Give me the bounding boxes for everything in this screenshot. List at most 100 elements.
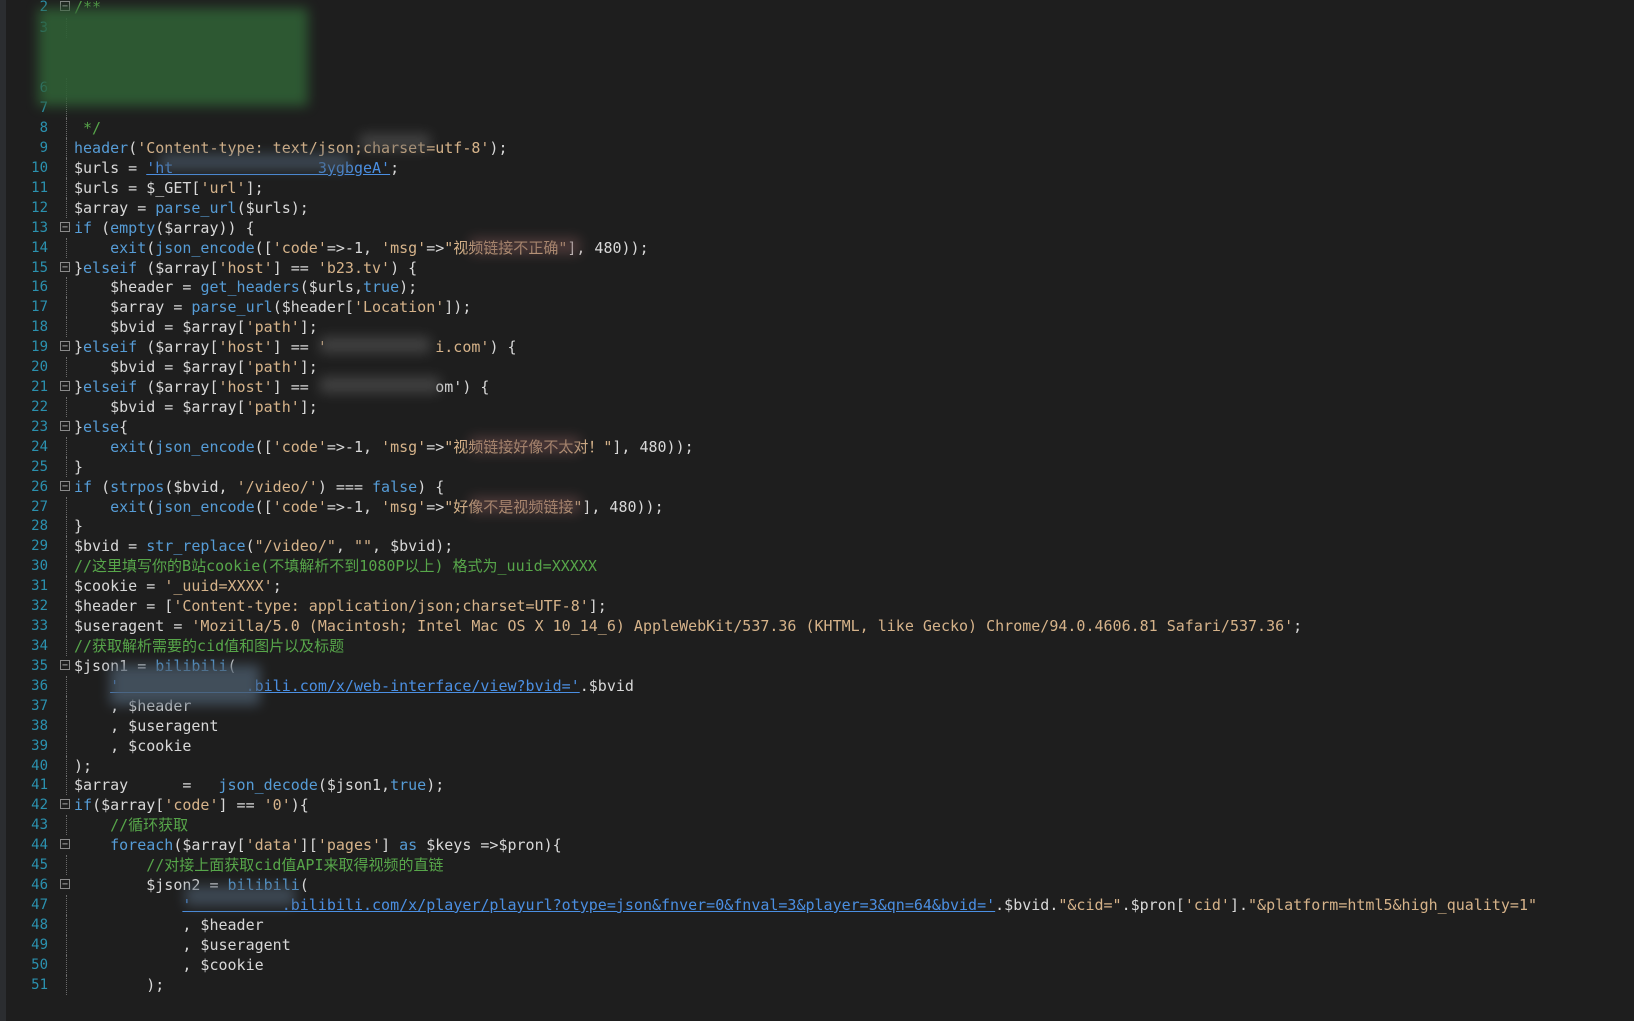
redaction-blur: [185, 886, 295, 906]
code-line[interactable]: 50 , $cookie: [0, 954, 1634, 975]
code-text: , $useragent: [74, 935, 291, 954]
code-line[interactable]: 33 $useragent = 'Mozilla/5.0 (Macintosh; …: [0, 616, 1634, 637]
line-number: 46: [31, 877, 48, 894]
line-number: 32: [31, 598, 48, 615]
indent-guide: [66, 715, 67, 736]
indent-guide: [66, 755, 67, 776]
code-text: //获取解析需要的cid值和图片以及标题: [74, 637, 345, 655]
indent-guide: [66, 894, 67, 915]
code-text: //对接上面获取cid值API来取得视频的直链: [74, 856, 444, 875]
line-number: 27: [31, 498, 48, 515]
code-line[interactable]: 39 , $cookie: [0, 735, 1634, 756]
indent-guide: [66, 277, 67, 298]
code-text: $urls = $_GET['url'];: [74, 178, 264, 197]
code-line[interactable]: 41 $array = json_decode($json1,true);: [0, 775, 1634, 796]
code-line[interactable]: 16 $header = get_headers($urls,true);: [0, 277, 1634, 298]
code-line[interactable]: 29 $bvid = str_replace("/video/", "", $bv…: [0, 536, 1634, 557]
code-text: , $header: [74, 915, 264, 934]
code-line[interactable]: 20 $bvid = $array['path'];: [0, 357, 1634, 378]
code-line[interactable]: 14 exit(json_encode(['code'=>-1, 'msg'=>…: [0, 237, 1634, 258]
code-text: }elseif ($array['host'] == ' i.com') {: [74, 338, 517, 357]
indent-guide: [66, 974, 67, 995]
code-line[interactable]: 19 −}elseif ($array['host'] == ' i.com') …: [0, 337, 1634, 357]
code-line[interactable]: 27 exit(json_encode(['code'=>-1, 'msg'=>…: [0, 496, 1634, 517]
code-line[interactable]: 12 $array = parse_url($urls);: [0, 197, 1634, 218]
line-number: 35: [31, 657, 48, 674]
code-line[interactable]: 44 − foreach($array['data']['pages'] as $…: [0, 835, 1634, 855]
code-text: $bvid = $array['path'];: [74, 318, 318, 337]
indent-guide: [66, 436, 67, 457]
indent-guide: [66, 118, 67, 138]
code-text: $bvid = $array['path'];: [74, 358, 318, 377]
indent-guide: [66, 815, 67, 836]
code-line[interactable]: 40);: [0, 755, 1634, 776]
code-text: }: [74, 517, 84, 536]
fold-toggle-icon[interactable]: −: [60, 261, 70, 272]
indent-guide: [66, 934, 67, 955]
indent-guide: [66, 914, 67, 935]
code-text: }elseif ($array['host'] == 'b23.tv') {: [74, 258, 418, 277]
line-number: 23: [31, 418, 48, 435]
fold-toggle-icon[interactable]: −: [60, 799, 70, 810]
fold-toggle-icon[interactable]: −: [60, 221, 70, 232]
fold-toggle-icon[interactable]: −: [60, 420, 70, 431]
code-line[interactable]: 42 − if($array['code'] == '0'){: [0, 795, 1634, 815]
code-text: $bvid = str_replace("/video/", "", $bvid…: [74, 537, 454, 556]
line-number: 12: [31, 199, 48, 216]
line-number: 37: [31, 697, 48, 714]
code-text: , $cookie: [74, 955, 264, 974]
code-line[interactable]: 15 −}elseif ($array['host'] == 'b23.tv') …: [0, 258, 1634, 278]
code-line[interactable]: 21−}elseif ($array['host'] == om') {: [0, 377, 1634, 397]
code-line[interactable]: 25}: [0, 456, 1634, 477]
fold-toggle-icon[interactable]: −: [60, 879, 70, 890]
code-line[interactable]: 11 $urls = $_GET['url'];: [0, 177, 1634, 198]
code-line[interactable]: 8 */: [0, 118, 1634, 138]
line-number: 43: [31, 817, 48, 834]
line-number: 48: [31, 916, 48, 933]
code-line[interactable]: 18 $bvid = $array['path'];: [0, 317, 1634, 338]
code-line[interactable]: 32 $header = ['Content-type: application/…: [0, 596, 1634, 617]
code-line[interactable]: 31 $cookie = '_uuid=XXXX';: [0, 576, 1634, 597]
indent-guide: [66, 855, 67, 876]
line-number: 30: [31, 558, 48, 575]
indent-guide: [66, 576, 67, 597]
code-line[interactable]: 22 $bvid = $array['path'];: [0, 396, 1634, 417]
line-number: 11: [31, 179, 48, 196]
code-text: );: [74, 975, 165, 994]
fold-toggle-icon[interactable]: −: [60, 839, 70, 850]
code-line[interactable]: 45 //对接上面获取cid值API来取得视频的直链: [0, 855, 1634, 876]
line-number: 40: [31, 757, 48, 774]
code-text: , $cookie: [74, 736, 192, 755]
code-text: $useragent = 'Mozilla/5.0 (Macintosh; In…: [74, 617, 1303, 636]
fold-toggle-icon[interactable]: −: [60, 480, 70, 491]
line-number: 17: [31, 299, 48, 316]
line-number: 22: [31, 398, 48, 415]
fold-toggle-icon[interactable]: −: [60, 659, 70, 670]
line-number: 47: [31, 896, 48, 913]
code-line[interactable]: 23 −}else{: [0, 417, 1634, 437]
code-line[interactable]: 48 , $header: [0, 914, 1634, 935]
code-line[interactable]: 26 − if (strpos($bvid, '/video/') === fals…: [0, 477, 1634, 497]
code-text: $header = ['Content-type: application/js…: [74, 597, 607, 616]
code-line[interactable]: 51 );: [0, 974, 1634, 995]
fold-toggle-icon[interactable]: −: [60, 381, 70, 392]
code-line[interactable]: 49 , $useragent: [0, 934, 1634, 955]
line-number: 29: [31, 538, 48, 555]
indent-guide: [66, 675, 67, 696]
code-line[interactable]: 28}: [0, 516, 1634, 537]
fold-toggle-icon[interactable]: −: [60, 341, 70, 352]
indent-guide: [66, 456, 67, 477]
line-number: 8: [39, 120, 48, 136]
code-line[interactable]: 17 $array = parse_url($header['Location'…: [0, 297, 1634, 318]
code-text: $array = parse_url($header['Location']);: [74, 298, 472, 317]
code-line[interactable]: 34 //获取解析需要的cid值和图片以及标题: [0, 636, 1634, 656]
code-editor[interactable]: 2−/**3678 */9header('Content-type: text/…: [0, 0, 1634, 1021]
code-line[interactable]: 30 //这里填写你的B站cookie(不填解析不到1080P以上) 格式为_uu…: [0, 556, 1634, 577]
indent-guide: [66, 357, 67, 378]
code-line[interactable]: 24 exit(json_encode(['code'=>-1, 'msg'=>…: [0, 436, 1634, 457]
code-line[interactable]: 38 , $useragent: [0, 715, 1634, 736]
line-number: 14: [31, 239, 48, 256]
code-line[interactable]: 43 //循环获取: [0, 815, 1634, 836]
code-line[interactable]: 13 − if (empty($array)) {: [0, 218, 1634, 238]
redaction-blur: [470, 497, 580, 513]
